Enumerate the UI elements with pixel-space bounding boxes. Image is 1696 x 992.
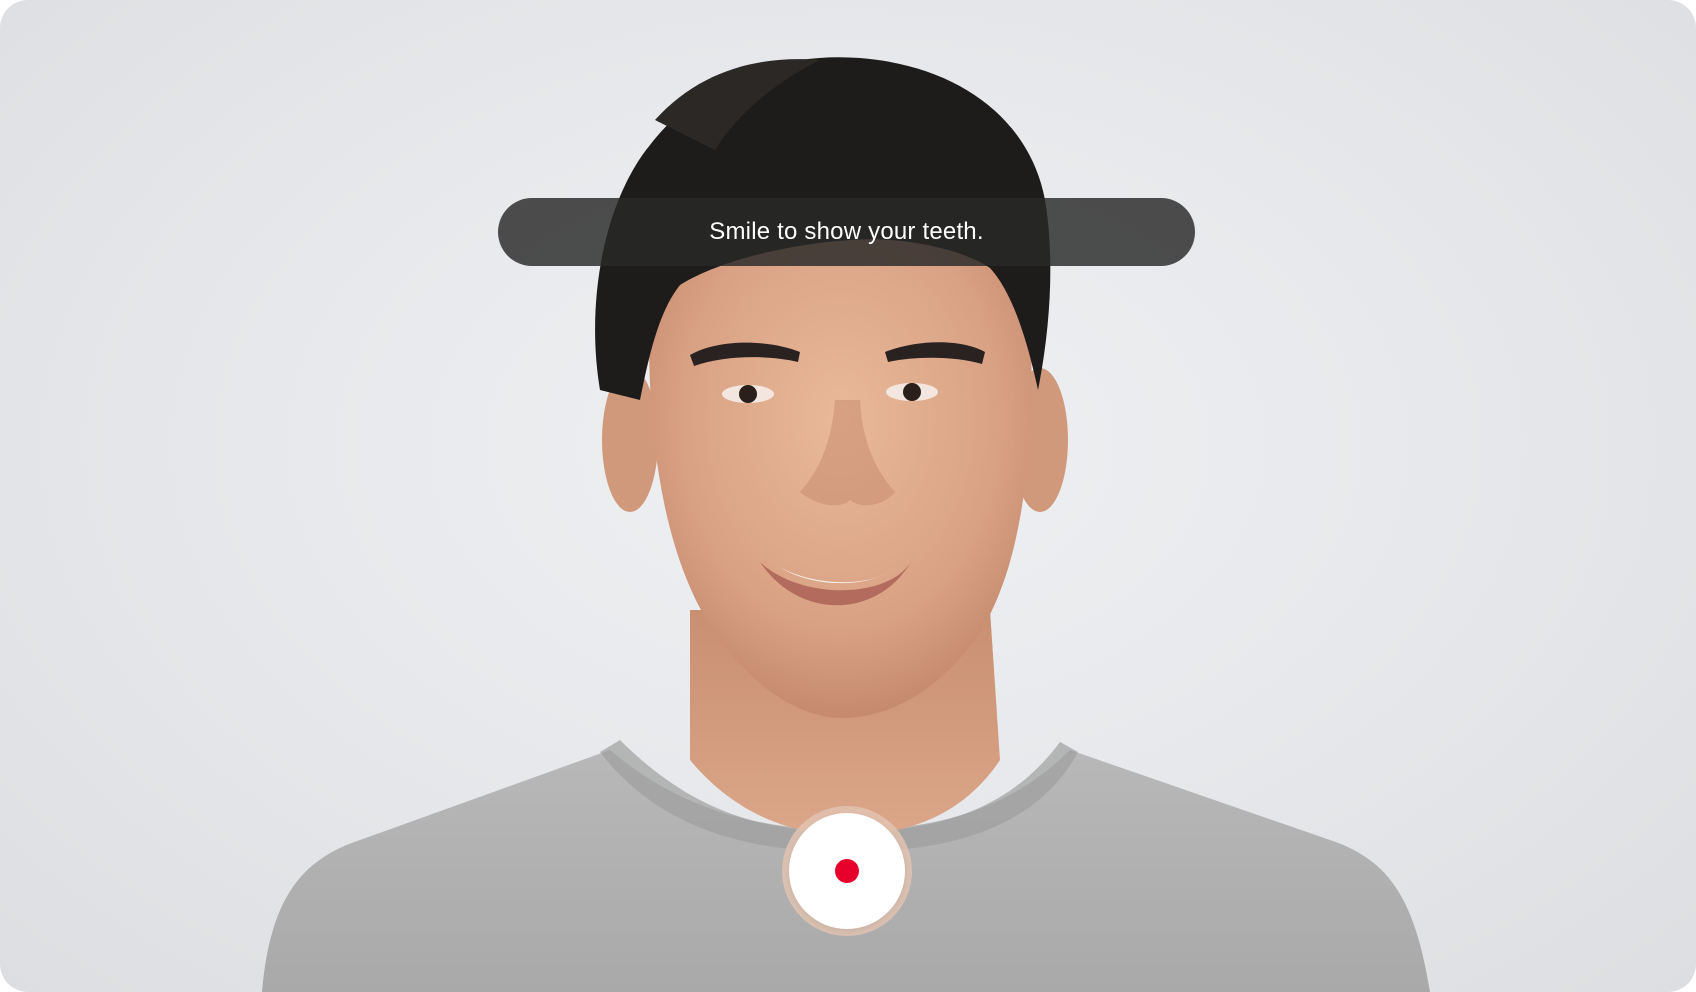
record-button-ring [782, 806, 912, 936]
record-dot-icon [835, 859, 859, 883]
camera-view: Smile to show your teeth. [0, 0, 1696, 992]
instruction-banner: Smile to show your teeth. [498, 198, 1195, 266]
record-button[interactable] [789, 813, 905, 929]
instruction-text: Smile to show your teeth. [709, 218, 984, 245]
